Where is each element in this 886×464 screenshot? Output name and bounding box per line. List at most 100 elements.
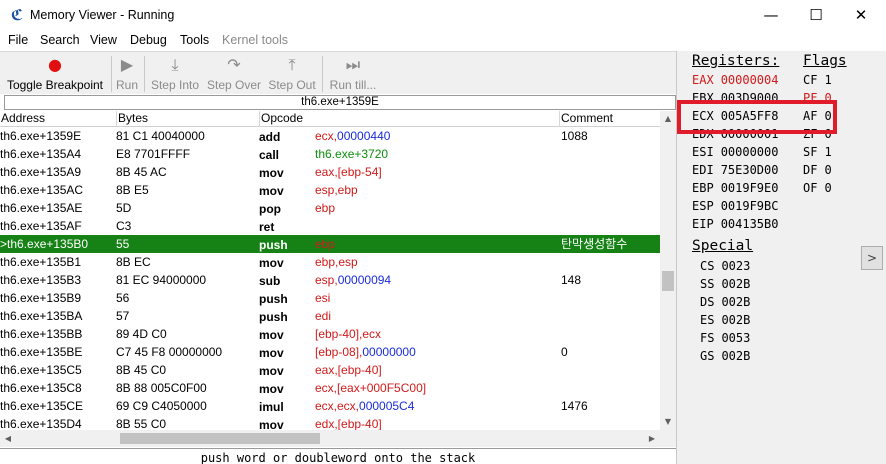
special-es[interactable]: ES 002B bbox=[700, 311, 750, 329]
disasm-row[interactable]: th6.exe+135B3 81 EC 94000000 sub esp,000000… bbox=[0, 271, 660, 289]
disasm-row[interactable]: th6.exe+135BE C7 45 F8 00000000 mov [ebp-08… bbox=[0, 343, 660, 361]
step-over-icon: ↷ bbox=[227, 55, 241, 74]
special-name: FS bbox=[700, 331, 715, 345]
disasm-row[interactable]: th6.exe+135B1 8B EC mov ebp,esp bbox=[0, 253, 660, 271]
column-opcode[interactable]: Opcode bbox=[259, 111, 561, 127]
row-opcode: pop bbox=[259, 202, 281, 216]
row-operands: ebp bbox=[315, 235, 335, 253]
register-eip[interactable]: EIP 004135B0 bbox=[692, 215, 778, 233]
row-bytes: 8B 45 AC bbox=[116, 165, 167, 179]
scroll-left-icon[interactable]: ◀ bbox=[0, 430, 16, 447]
disasm-row[interactable]: th6.exe+135BB 89 4D C0 mov [ebp-40],ecx bbox=[0, 325, 660, 343]
row-address: th6.exe+135AE bbox=[0, 201, 83, 215]
register-name: EDI bbox=[692, 163, 714, 177]
menu-tools[interactable]: Tools bbox=[180, 33, 209, 47]
row-address: th6.exe+135B3 bbox=[0, 273, 82, 287]
disasm-row[interactable]: th6.exe+135A9 8B 45 AC mov eax,[ebp-54] bbox=[0, 163, 660, 181]
special-value: 0023 bbox=[721, 259, 751, 273]
disasm-row[interactable]: th6.exe+135CE 69 C9 C4050000 imul ecx,ecx,0… bbox=[0, 397, 660, 415]
disasm-row[interactable]: th6.exe+135B9 56 push esi bbox=[0, 289, 660, 307]
disasm-row[interactable]: th6.exe+135AF C3 ret bbox=[0, 217, 660, 235]
menu-view[interactable]: View bbox=[90, 33, 117, 47]
toolbar-separator bbox=[111, 56, 112, 92]
run-till-button[interactable]: ⏭ Run till... bbox=[326, 52, 380, 95]
row-opcode: call bbox=[259, 148, 280, 162]
disasm-row[interactable]: th6.exe+135BA 57 push edi bbox=[0, 307, 660, 325]
register-ebp[interactable]: EBP 0019F9E0 bbox=[692, 179, 778, 197]
special-value: 002B bbox=[721, 295, 751, 309]
step-out-button[interactable]: ⤒ Step Out bbox=[266, 52, 318, 95]
register-esi[interactable]: ESI 00000000 bbox=[692, 143, 778, 161]
special-fs[interactable]: FS 0053 bbox=[700, 329, 750, 347]
row-operands: edx,[ebp-40] bbox=[315, 415, 382, 430]
operand-part: 00000440 bbox=[337, 129, 391, 143]
disasm-row[interactable]: th6.exe+135A4 E8 7701FFFF call th6.exe+3720 bbox=[0, 145, 660, 163]
close-icon[interactable]: ✕ bbox=[838, 0, 884, 31]
step-into-label: Step Into bbox=[150, 78, 200, 92]
row-comment: 0 bbox=[561, 345, 568, 359]
column-comment[interactable]: Comment bbox=[559, 111, 660, 127]
special-ds[interactable]: DS 002B bbox=[700, 293, 750, 311]
row-address: >th6.exe+135B0 bbox=[0, 237, 89, 251]
special-gs[interactable]: GS 002B bbox=[700, 347, 750, 365]
menu-search[interactable]: Search bbox=[40, 33, 80, 47]
register-edi[interactable]: EDI 75E30D00 bbox=[692, 161, 778, 179]
vertical-scroll-thumb[interactable] bbox=[662, 271, 674, 291]
scroll-up-icon[interactable]: ▲ bbox=[660, 111, 676, 127]
row-operands: ebp bbox=[315, 199, 335, 217]
scroll-right-icon[interactable]: ▶ bbox=[644, 430, 660, 447]
disasm-row[interactable]: th6.exe+135C5 8B 45 C0 mov eax,[ebp-40] bbox=[0, 361, 660, 379]
disasm-row[interactable]: th6.exe+135C8 8B 88 005C0F00 mov ecx,[eax+0… bbox=[0, 379, 660, 397]
disasm-row[interactable]: th6.exe+1359E 81 C1 40040000 add ecx,000004… bbox=[0, 127, 660, 145]
toolbar-separator bbox=[322, 56, 323, 92]
flag-sf[interactable]: SF 1 bbox=[803, 143, 832, 161]
horizontal-scroll-thumb[interactable] bbox=[120, 433, 320, 444]
register-value: 0019F9BC bbox=[720, 199, 779, 213]
scroll-down-icon[interactable]: ▼ bbox=[660, 414, 676, 430]
special-ss[interactable]: SS 002B bbox=[700, 275, 750, 293]
disasm-row[interactable]: th6.exe+135D4 8B 55 C0 mov edx,[ebp-40] bbox=[0, 415, 660, 430]
run-till-icon: ⏭ bbox=[345, 55, 361, 74]
operand-part: ecx,ecx, bbox=[315, 399, 360, 413]
column-address[interactable]: Address bbox=[0, 111, 116, 127]
register-eax[interactable]: EAX 00000004 bbox=[692, 71, 778, 89]
selected-row[interactable]: >th6.exe+135B0 55 push ebp 탄막생성함수 bbox=[0, 235, 660, 253]
special-value: 0053 bbox=[721, 331, 751, 345]
row-comment: 탄막생성함수 bbox=[561, 237, 628, 251]
window-title: Memory Viewer - Running bbox=[30, 8, 175, 22]
flag-df[interactable]: DF 0 bbox=[803, 161, 832, 179]
run-label: Run bbox=[115, 78, 138, 92]
register-esp[interactable]: ESP 0019F9BC bbox=[692, 197, 778, 215]
disassembler-header: Address Bytes Opcode Comment bbox=[0, 111, 660, 127]
row-operands: esp,00000094 bbox=[315, 271, 391, 289]
toggle-breakpoint-button[interactable]: ● Toggle Breakpoint bbox=[4, 52, 106, 95]
register-name: ESP bbox=[692, 199, 714, 213]
flag-cf[interactable]: CF 1 bbox=[803, 71, 832, 89]
current-address-bar[interactable]: th6.exe+1359E bbox=[4, 95, 676, 110]
row-opcode: sub bbox=[259, 274, 281, 288]
step-over-button[interactable]: ↷ Step Over bbox=[206, 52, 262, 95]
operand-part: edi bbox=[315, 309, 332, 323]
row-comment: 1476 bbox=[561, 399, 588, 413]
flag-name: DF bbox=[803, 163, 818, 177]
minimize-icon[interactable]: — bbox=[748, 0, 794, 31]
menu-debug[interactable]: Debug bbox=[130, 33, 167, 47]
disasm-row[interactable]: th6.exe+135AC 8B E5 mov esp,ebp bbox=[0, 181, 660, 199]
row-bytes: 8B 55 C0 bbox=[116, 417, 167, 430]
horizontal-scrollbar[interactable]: ◀ ▶ bbox=[0, 430, 676, 447]
menu-file[interactable]: File bbox=[8, 33, 28, 47]
expand-panel-button[interactable]: > bbox=[861, 246, 883, 270]
flag-of[interactable]: OF 0 bbox=[803, 179, 832, 197]
step-into-button[interactable]: ⤓ Step Into bbox=[148, 52, 202, 95]
play-icon: ▶ bbox=[120, 55, 134, 74]
disasm-row[interactable]: th6.exe+135AE 5D pop ebp bbox=[0, 199, 660, 217]
menu-kernel-tools[interactable]: Kernel tools bbox=[222, 33, 288, 47]
run-button[interactable]: ▶ Run bbox=[114, 52, 140, 95]
row-opcode: mov bbox=[259, 166, 284, 180]
vertical-scrollbar[interactable]: ▲ ▼ bbox=[660, 111, 676, 430]
maximize-icon[interactable]: ☐ bbox=[793, 0, 839, 31]
special-value: 002B bbox=[721, 349, 751, 363]
special-cs[interactable]: CS 0023 bbox=[700, 257, 750, 275]
column-bytes[interactable]: Bytes bbox=[116, 111, 259, 127]
row-bytes: 8B 88 005C0F00 bbox=[116, 381, 207, 395]
